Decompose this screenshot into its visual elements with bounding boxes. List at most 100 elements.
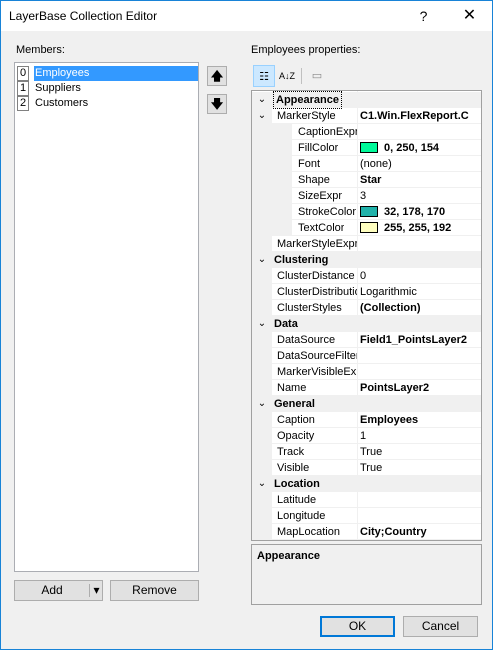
chevron-down-icon[interactable]: ▾ <box>91 581 102 600</box>
list-item[interactable]: 2 Customers <box>16 96 198 111</box>
category-name: Clustering <box>274 254 329 266</box>
property-row[interactable]: Latitude <box>252 492 481 508</box>
property-row[interactable]: StrokeColor 32, 178, 170 <box>252 204 481 220</box>
row-margin <box>252 268 272 284</box>
row-margin <box>252 188 292 204</box>
row-margin <box>252 428 272 444</box>
row-margin <box>252 332 272 348</box>
property-row[interactable]: ClusterStyles (Collection) <box>252 300 481 316</box>
property-row[interactable]: Font (none) <box>252 156 481 172</box>
remove-button[interactable]: Remove <box>110 580 199 601</box>
property-row[interactable]: DataSource Field1_PointsLayer2 <box>252 332 481 348</box>
members-list[interactable]: 0 Employees 1 Suppliers 2 Customers <box>14 62 199 572</box>
category-location[interactable]: ⌄ Location <box>252 476 481 492</box>
collapse-icon[interactable]: ⌄ <box>256 476 268 492</box>
title-bar: LayerBase Collection Editor ? ✕ <box>1 1 492 31</box>
property-name: StrokeColor <box>298 206 357 218</box>
property-value[interactable]: (Collection) <box>360 300 481 316</box>
property-row[interactable]: SizeExpr 3 <box>252 188 481 204</box>
color-swatch <box>360 142 378 153</box>
property-row[interactable]: MarkerVisibleExpr <box>252 364 481 380</box>
property-value[interactable]: 3 <box>360 188 481 204</box>
row-margin <box>252 412 272 428</box>
member-name: Customers <box>35 97 89 109</box>
property-value[interactable]: Field1_PointsLayer2 <box>360 332 481 348</box>
property-grid-toolbar: ☷ A↓Z ▭ <box>251 65 481 89</box>
row-margin <box>252 460 272 476</box>
color-swatch <box>360 206 378 217</box>
property-row[interactable]: Shape Star <box>252 172 481 188</box>
property-row[interactable]: FillColor 0, 250, 154 <box>252 140 481 156</box>
category-data[interactable]: ⌄ Data <box>252 316 481 332</box>
property-row[interactable]: Longitude <box>252 508 481 524</box>
property-name: ClusterDistance <box>277 270 355 282</box>
property-value[interactable]: (none) <box>360 156 481 172</box>
property-value[interactable]: 32, 178, 170 <box>360 204 481 220</box>
property-value[interactable]: True <box>360 444 481 460</box>
property-name: SizeExpr <box>298 190 343 202</box>
category-general[interactable]: ⌄ General <box>252 396 481 412</box>
row-margin <box>252 348 272 364</box>
property-row[interactable]: ClusterDistribution Logarithmic <box>252 284 481 300</box>
collapse-icon[interactable]: ⌄ <box>256 252 268 268</box>
move-up-button[interactable]: 🡅 <box>207 66 227 86</box>
move-down-button[interactable]: 🡇 <box>207 94 227 114</box>
property-row[interactable]: MarkerStyleExpr <box>252 236 481 252</box>
collection-editor-dialog: LayerBase Collection Editor ? ✕ Members:… <box>0 0 493 650</box>
category-clustering[interactable]: ⌄ Clustering <box>252 252 481 268</box>
property-value[interactable]: Star <box>360 172 481 188</box>
property-name: Latitude <box>277 494 317 506</box>
add-button[interactable]: Add ▾ <box>14 580 103 601</box>
row-margin <box>252 172 292 188</box>
member-index: 1 <box>17 81 29 96</box>
property-row[interactable]: CaptionExpr <box>252 124 481 140</box>
collapse-icon[interactable]: ⌄ <box>256 108 268 124</box>
list-item[interactable]: 1 Suppliers <box>16 81 198 96</box>
property-name: Name <box>277 382 307 394</box>
property-pages-icon[interactable]: ▭ <box>306 65 328 87</box>
categorized-icon[interactable]: ☷ <box>253 65 275 87</box>
property-row[interactable]: ⌄ MarkerStyle C1.Win.FlexReport.C <box>252 108 481 124</box>
property-row[interactable]: Visible True <box>252 460 481 476</box>
property-row[interactable]: TextColor 255, 255, 192 <box>252 220 481 236</box>
property-grid[interactable]: ⌄ Appearance ⌄ MarkerStyle C1.Win.FlexRe… <box>251 90 482 541</box>
property-value[interactable]: City;Country <box>360 524 481 540</box>
property-row[interactable]: Opacity 1 <box>252 428 481 444</box>
property-value[interactable]: C1.Win.FlexReport.C <box>360 108 481 124</box>
property-name: Font <box>298 158 321 170</box>
property-row[interactable]: DataSourceFilter <box>252 348 481 364</box>
ok-button[interactable]: OK <box>320 616 395 637</box>
row-margin <box>252 204 292 220</box>
category-appearance[interactable]: ⌄ Appearance <box>252 91 481 109</box>
category-name: General <box>274 398 315 410</box>
property-value[interactable]: Logarithmic <box>360 284 481 300</box>
property-value[interactable]: True <box>360 460 481 476</box>
property-value[interactable]: 0, 250, 154 <box>360 140 481 156</box>
property-row[interactable]: MapLocation City;Country <box>252 524 481 540</box>
list-item[interactable]: 0 Employees <box>16 66 198 81</box>
collapse-icon[interactable]: ⌄ <box>256 396 268 412</box>
properties-label: Employees properties: <box>251 44 361 56</box>
description-title: Appearance <box>257 550 320 562</box>
property-value[interactable]: Employees <box>360 412 481 428</box>
property-name: Visible <box>277 462 310 474</box>
property-value[interactable]: 0 <box>360 268 481 284</box>
row-margin <box>252 140 292 156</box>
property-value[interactable]: 255, 255, 192 <box>360 220 481 236</box>
property-name: Caption <box>277 414 315 426</box>
property-value[interactable]: 1 <box>360 428 481 444</box>
collapse-icon[interactable]: ⌄ <box>256 92 268 108</box>
close-icon[interactable]: ✕ <box>447 1 492 31</box>
property-row[interactable]: Track True <box>252 444 481 460</box>
property-value[interactable]: PointsLayer2 <box>360 380 481 396</box>
row-margin <box>252 284 272 300</box>
property-name: DataSource <box>277 334 336 346</box>
cancel-button[interactable]: Cancel <box>403 616 478 637</box>
help-icon[interactable]: ? <box>401 1 446 31</box>
property-row[interactable]: Caption Employees <box>252 412 481 428</box>
alphabetical-icon[interactable]: A↓Z <box>276 65 298 87</box>
property-row[interactable]: ClusterDistance 0 <box>252 268 481 284</box>
row-margin <box>252 156 292 172</box>
collapse-icon[interactable]: ⌄ <box>256 316 268 332</box>
property-row[interactable]: Name PointsLayer2 <box>252 380 481 396</box>
